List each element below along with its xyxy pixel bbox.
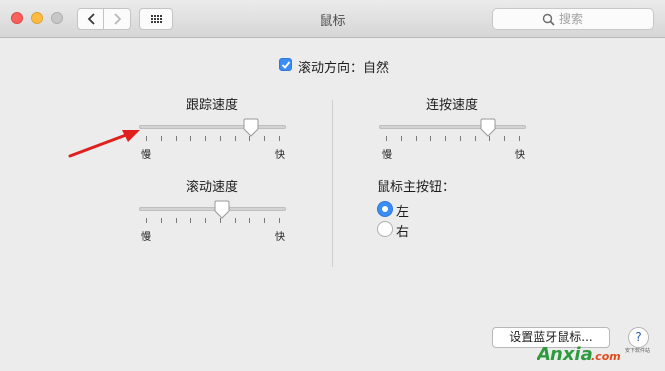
svg-text:A: A — [537, 344, 551, 365]
slider-tick — [264, 136, 265, 141]
slider-tick — [190, 136, 191, 141]
scrolling-speed-label: 滚动速度 — [186, 180, 239, 195]
primary-button-right-label[interactable]: 右 — [396, 221, 409, 240]
double-click-speed-label: 连按速度 — [426, 98, 479, 113]
primary-button-left-label[interactable]: 左 — [396, 201, 409, 220]
slider-tick — [161, 218, 162, 223]
tracking-speed-track[interactable] — [139, 125, 286, 129]
slider-tick — [445, 136, 446, 141]
slider-tick — [386, 136, 387, 141]
slider-tick — [460, 136, 461, 141]
double-click-fast-label: 快 — [515, 150, 525, 161]
slider-tick — [475, 136, 476, 141]
column-divider — [332, 100, 333, 267]
tracking-fast-label: 快 — [275, 150, 285, 161]
scroll-direction-label[interactable]: 滚动方向：自然 — [298, 57, 389, 76]
scroll-direction-checkbox[interactable] — [279, 58, 292, 71]
anxia-watermark-logo: A nxia .com — [537, 344, 621, 365]
slider-tick — [190, 218, 191, 223]
double-click-slow-label: 慢 — [382, 150, 392, 161]
checkmark-icon — [281, 61, 291, 69]
slider-tick — [249, 218, 250, 223]
search-icon — [542, 13, 555, 26]
slider-tick — [176, 136, 177, 141]
watermark-tag: 安下软件站 — [625, 348, 651, 354]
slider-tick — [430, 136, 431, 141]
slider-tick — [205, 136, 206, 141]
primary-button-right-radio[interactable] — [377, 221, 393, 237]
slider-tick — [519, 136, 520, 141]
svg-text:nxia: nxia — [550, 344, 593, 365]
primary-button-left-radio[interactable] — [377, 201, 393, 217]
slider-tick — [235, 136, 236, 141]
slider-tick — [264, 218, 265, 223]
svg-text:.com: .com — [591, 350, 621, 363]
slider-tick — [146, 218, 147, 223]
tracking-speed-label: 跟踪速度 — [186, 98, 239, 113]
double-click-speed-track[interactable] — [379, 125, 526, 129]
scrolling-speed-thumb[interactable] — [213, 200, 231, 220]
primary-button-label: 鼠标主按钮： — [377, 180, 456, 195]
slider-tick — [161, 136, 162, 141]
slider-tick — [401, 136, 402, 141]
scrolling-slow-label: 慢 — [141, 232, 151, 243]
search-input[interactable] — [559, 10, 649, 28]
slider-tick — [504, 136, 505, 141]
scrolling-fast-label: 快 — [275, 232, 285, 243]
slider-tick — [235, 218, 236, 223]
help-button[interactable]: ? — [628, 327, 649, 348]
slider-tick — [220, 136, 221, 141]
slider-tick — [146, 136, 147, 141]
double-click-speed-thumb[interactable] — [479, 118, 497, 138]
slider-tick — [279, 218, 280, 223]
slider-tick — [176, 218, 177, 223]
search-field[interactable] — [492, 8, 654, 30]
annotation-arrow-icon — [68, 130, 140, 158]
window-titlebar: 鼠标 — [0, 0, 665, 38]
slider-tick — [416, 136, 417, 141]
slider-tick — [205, 218, 206, 223]
tracking-speed-thumb[interactable] — [242, 118, 260, 138]
slider-tick — [279, 136, 280, 141]
